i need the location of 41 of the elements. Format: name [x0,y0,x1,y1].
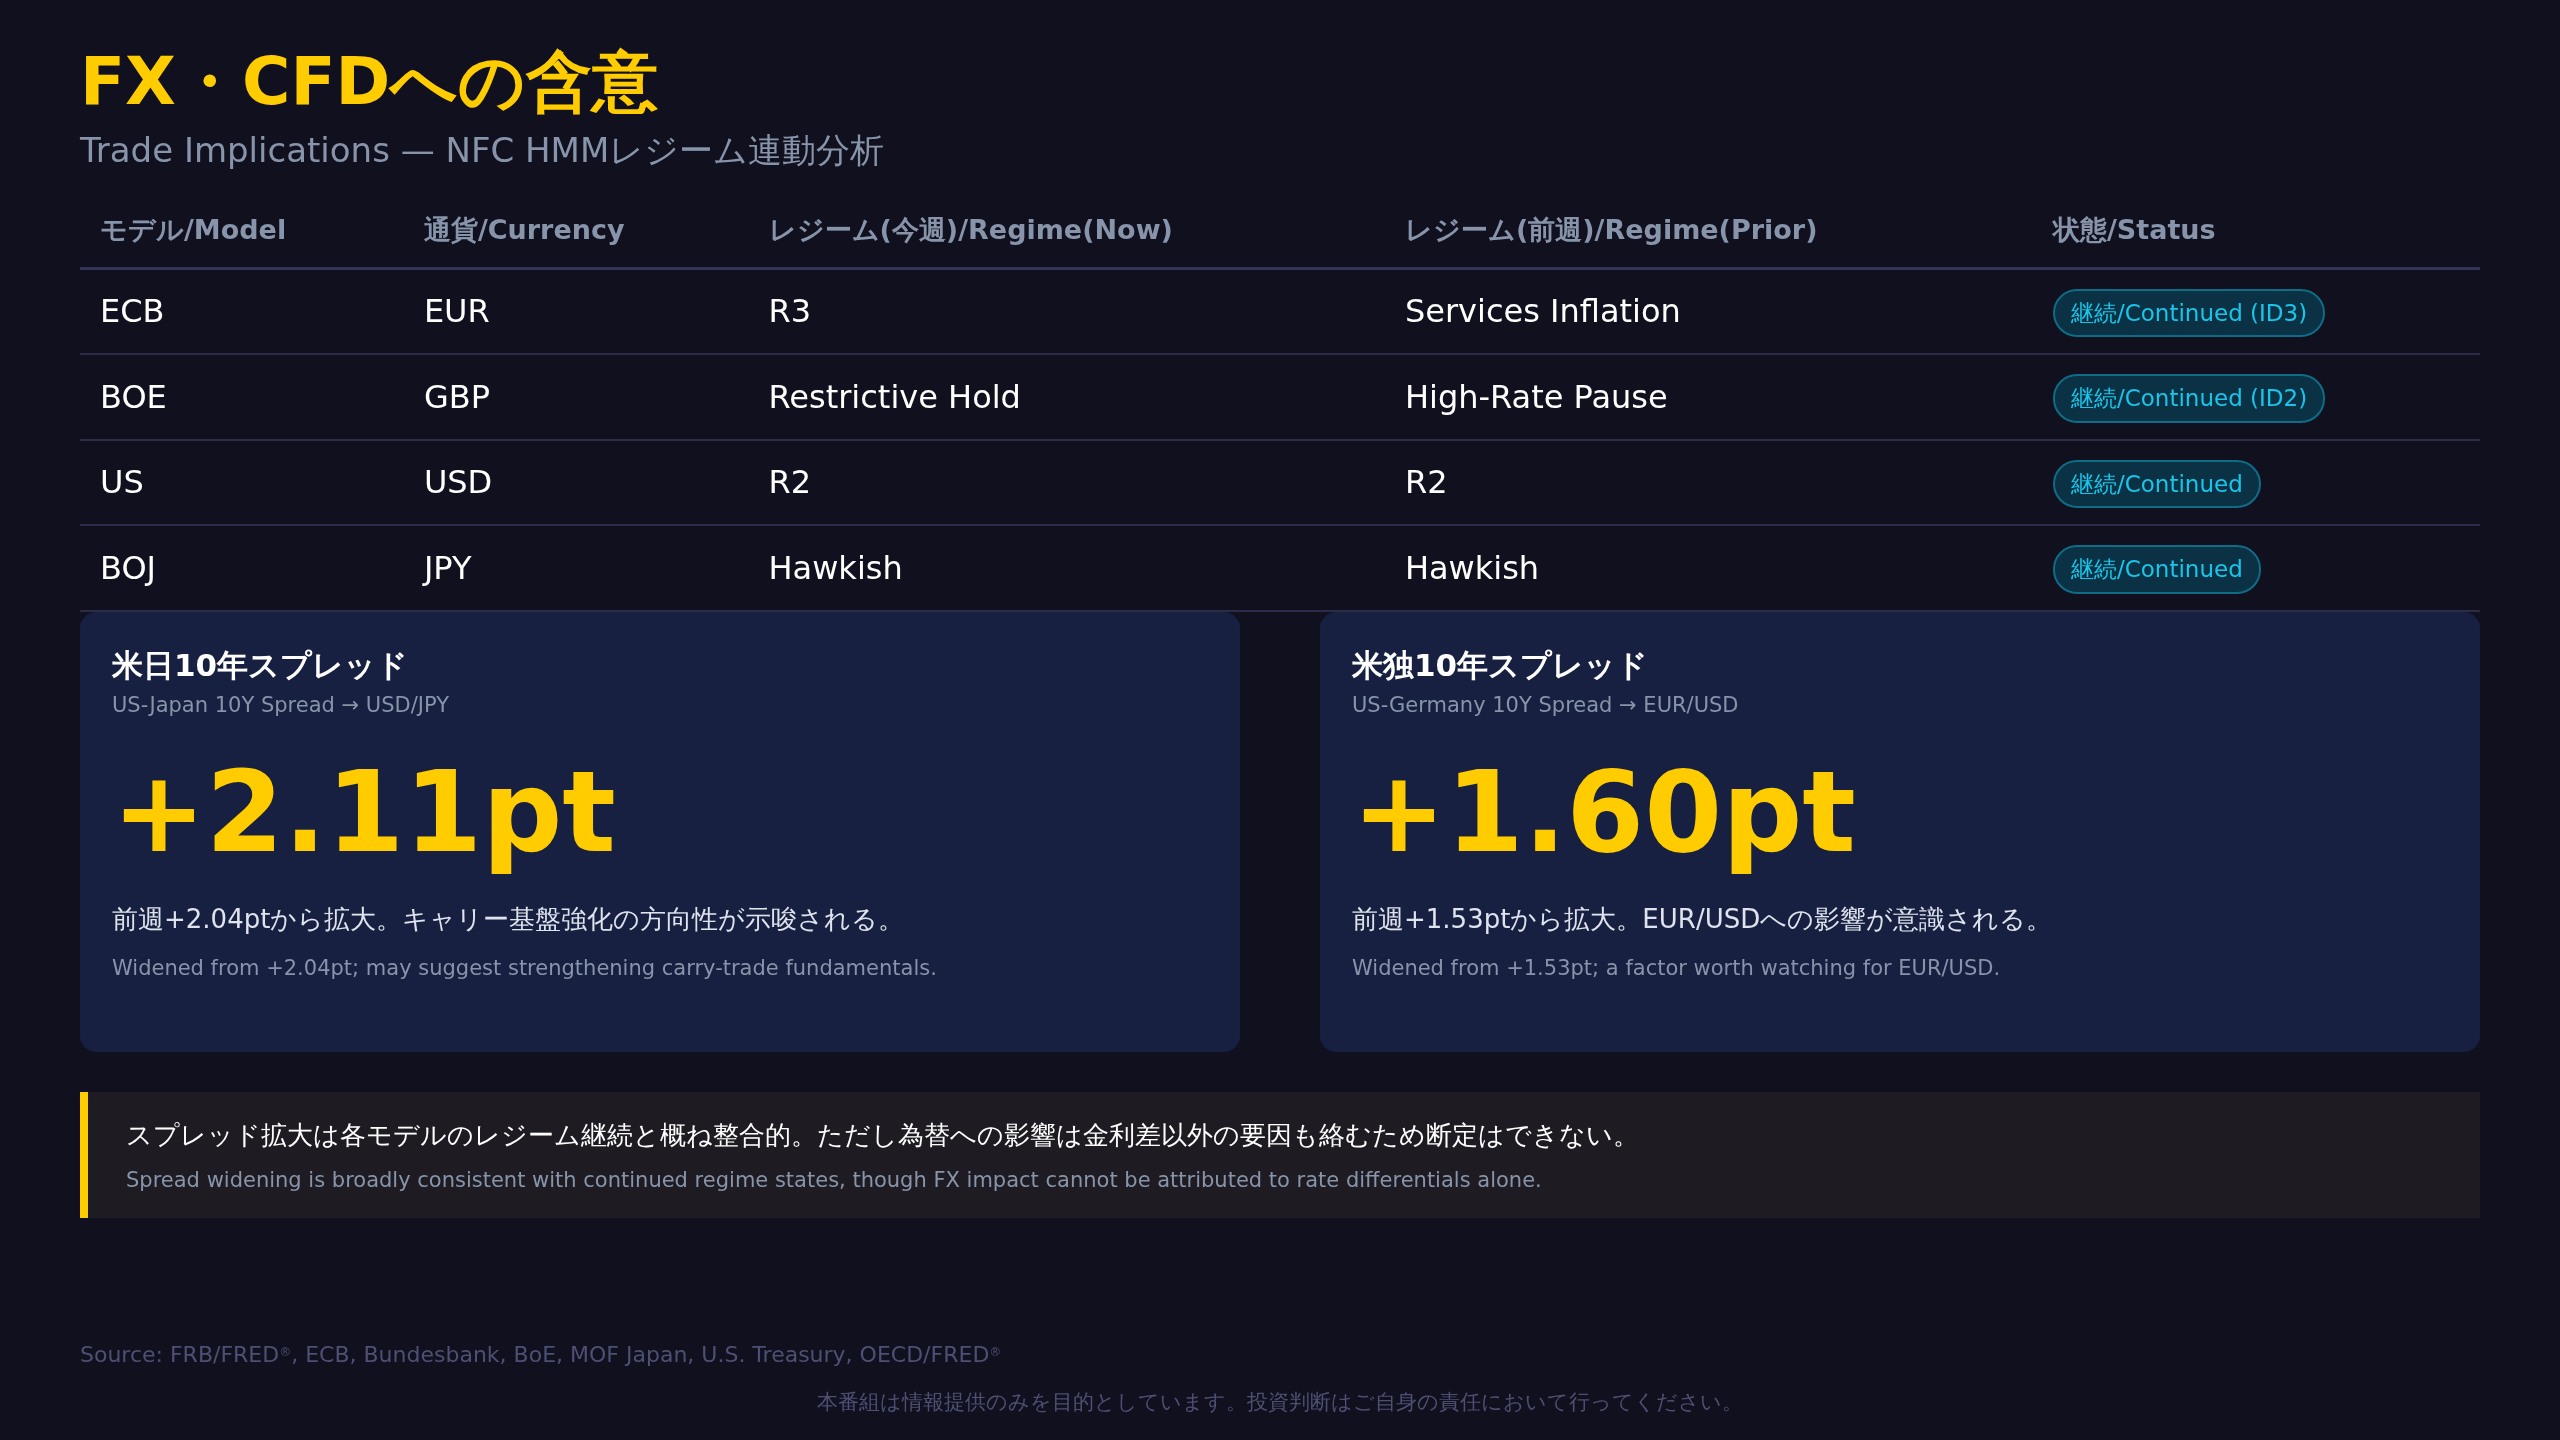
page-title: FX・CFDへの含意 [80,42,660,122]
card-subtitle: US-Japan 10Y Spread → USD/JPY [112,692,450,720]
table-cell: USD [403,439,749,526]
table-cell: Services Inflation [1384,268,2033,355]
status-tag: 継続/Continued (ID2) [2053,374,2326,423]
card-caption: Widened from +2.04pt; may suggest strengthening carry-trade fundamentals. [112,954,938,982]
card-subtitle: US-Germany 10Y Spread → EUR/USD [1352,692,1740,720]
table-cell: US [80,439,404,526]
table-cell: JPY [403,525,749,611]
spread-value: +1.60pt [1352,745,1856,879]
page-subtitle: Trade Implications — NFC HMMレジーム連動分析 [80,129,886,173]
spread-value: +2.11pt [112,745,616,879]
column-header: レジーム(前週)/Regime(Prior) [1384,196,2033,269]
column-header: 通貨/Currency [403,196,749,269]
table-cell: R2 [748,439,1385,526]
table-cell: EUR [403,268,749,355]
status-tag: 継続/Continued [2053,459,2261,509]
card-text: 前週+2.04ptから拡大。キャリー基盤強化の方向性が示唆される。 [112,902,906,936]
table-cell: Hawkish [1384,525,2033,611]
card-text: 前週+1.53ptから拡大。EUR/USDへの影響が意識される。 [1352,902,2054,936]
status-tag: 継続/Continued [2053,545,2261,594]
table-cell: BOJ [80,525,404,611]
source-text: Source: FRB/FRED$^{®}$, ECB, Bundesbank, BoE, MOF Japan, U.S. Treasury, OECD/FRED$^{®}$ [80,1340,1003,1369]
table-cell: Hawkish [748,525,1385,611]
status-tag: 継続/Continued (ID3) [2053,288,2326,338]
table-cell: ECB [80,268,404,355]
column-header: レジーム(今週)/Regime(Now) [748,196,1385,269]
table-cell: Restrictive Hold [748,354,1385,440]
table-cell: GBP [403,354,749,440]
table-cell: High-Rate Pause [1384,354,2033,440]
column-header: 状態/Status [2033,196,2480,269]
card-caption: Widened from +1.53pt; a factor worth watching for EUR/USD. [1352,954,2002,982]
column-header: モデル/Model [80,196,404,269]
note-text: スプレッド拡大は各モデルのレジーム継続と概ね整合的。ただし為替への影響は金利差以外の要因も絡むため断定はできない。 [126,1118,1640,1152]
table-cell: BOE [80,354,404,440]
note-caption: Spread widening is broadly consistent with continued regime states, though FX impact cannot be attributed to rate differentials alone. [126,1166,1543,1194]
table-cell: R2 [1384,439,2033,526]
table-cell: R3 [748,268,1385,355]
card-title: 米独10年スプレッド [1352,645,1650,685]
card-title: 米日10年スプレッド [112,645,410,685]
disclaimer-text: 本番組は情報提供のみを目的としています。投資判断はご自身の責任において行ってください。 [816,1388,1744,1416]
